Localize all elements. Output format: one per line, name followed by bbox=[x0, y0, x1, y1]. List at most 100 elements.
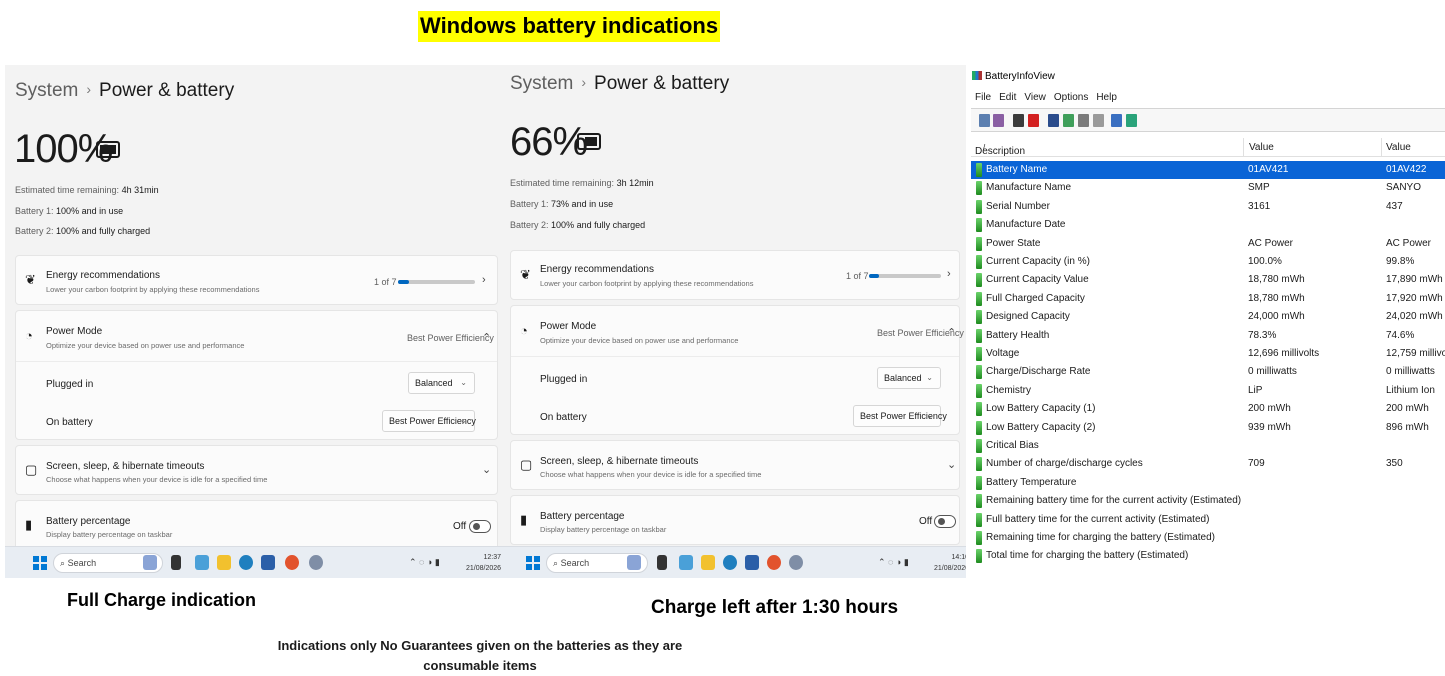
file-explorer-icon[interactable] bbox=[217, 555, 231, 570]
battery-icon bbox=[976, 181, 982, 196]
properties-icon[interactable] bbox=[979, 114, 990, 127]
energy-recommendations-card[interactable]: ❦ Energy recommendations Lower your carb… bbox=[15, 255, 498, 305]
menu-file[interactable]: File bbox=[975, 92, 991, 103]
breadcrumb-separator: › bbox=[581, 74, 587, 90]
table-row[interactable]: Battery Name 01AV421 01AV422 bbox=[971, 161, 1445, 180]
chrome-icon[interactable] bbox=[767, 555, 781, 570]
taskbar-clock[interactable]: 14:10 21/08/2026 bbox=[934, 552, 966, 574]
breadcrumb-system[interactable]: System bbox=[510, 73, 573, 94]
chevron-down-icon[interactable]: ⌄ bbox=[947, 458, 956, 471]
chevron-right-icon[interactable]: › bbox=[947, 268, 951, 280]
table-row[interactable]: Remaining battery time for the current a… bbox=[971, 492, 1445, 510]
speedometer-icon: ◔ bbox=[25, 328, 33, 343]
browser-icon[interactable] bbox=[723, 555, 737, 570]
menu-options[interactable]: Options bbox=[1054, 92, 1088, 103]
battery-percentage-subtitle: Display battery percentage on taskbar bbox=[540, 525, 667, 534]
find-icon[interactable] bbox=[1111, 114, 1122, 127]
clock-date: 21/08/2026 bbox=[934, 565, 966, 572]
report-icon[interactable] bbox=[993, 114, 1004, 127]
column-value-1[interactable]: Value bbox=[1249, 142, 1274, 153]
table-row[interactable]: Battery Temperature bbox=[971, 474, 1445, 492]
windows-start-icon[interactable] bbox=[33, 556, 47, 570]
chevron-right-icon[interactable]: › bbox=[482, 274, 486, 286]
column-value-2[interactable]: Value bbox=[1386, 142, 1411, 153]
battery-icon bbox=[976, 236, 982, 251]
table-row[interactable]: Full battery time for the current activi… bbox=[971, 511, 1445, 529]
table-row[interactable]: Manufacture Date bbox=[971, 216, 1445, 234]
system-tray-icons[interactable]: ⌃ ◌ ◑ ▮ bbox=[409, 557, 440, 568]
row-description: Total time for charging the battery (Est… bbox=[986, 550, 1189, 562]
taskbar: ⌕ Search ⌃ ◌ ◑ ▮ 12:37 21/08/2026 bbox=[5, 546, 505, 578]
column-description-label[interactable]: Description bbox=[975, 146, 1025, 157]
table-row[interactable]: Charge/Discharge Rate 0 milliwatts 0 milli… bbox=[971, 363, 1445, 381]
battery-2-label: Battery 2: bbox=[15, 226, 54, 236]
chevron-up-icon[interactable]: ⌃ bbox=[947, 326, 956, 339]
column-divider[interactable] bbox=[1243, 138, 1244, 157]
browser-icon[interactable] bbox=[239, 555, 253, 570]
table-row[interactable]: Low Battery Capacity (1) 200 mWh 200 mWh bbox=[971, 400, 1445, 418]
table-row[interactable]: Critical Bias bbox=[971, 437, 1445, 455]
store-icon[interactable] bbox=[745, 555, 759, 570]
battery-icon bbox=[976, 347, 982, 361]
system-tray-icons[interactable]: ⌃ ◌ ◑ ▮ bbox=[878, 557, 909, 568]
menu-edit[interactable]: Edit bbox=[999, 92, 1016, 103]
edge-icon[interactable] bbox=[679, 555, 693, 570]
html-report-icon[interactable] bbox=[1093, 114, 1104, 127]
windows-start-icon[interactable] bbox=[526, 556, 540, 570]
menu-help[interactable]: Help bbox=[1096, 92, 1117, 103]
window-icon[interactable] bbox=[1013, 114, 1024, 127]
row-value: 99.8% bbox=[1386, 256, 1415, 267]
table-row[interactable]: Total time for charging the battery (Est… bbox=[971, 547, 1445, 565]
battery-percent-icon: ▮ bbox=[25, 517, 33, 532]
delete-icon[interactable] bbox=[1028, 114, 1039, 127]
column-divider[interactable] bbox=[1381, 138, 1382, 157]
window-title-text: BatteryInfoView bbox=[985, 71, 1055, 82]
energy-progress-bar bbox=[869, 274, 941, 278]
widgets-icon[interactable] bbox=[627, 555, 641, 570]
screen-sleep-card[interactable]: ▢ Screen, sleep, & hibernate timeouts Ch… bbox=[510, 440, 960, 490]
table-row[interactable]: Low Battery Capacity (2) 939 mWh 896 mWh bbox=[971, 419, 1445, 437]
plugged-in-dropdown[interactable]: Balanced ⌄ bbox=[877, 367, 941, 389]
table-row[interactable]: Current Capacity (in %) 100.0% 99.8% bbox=[971, 253, 1445, 271]
table-row[interactable]: Serial Number 3161 437 bbox=[971, 198, 1445, 216]
on-battery-dropdown[interactable]: Best Power Efficiency ⌄ bbox=[853, 405, 947, 427]
table-row[interactable]: Designed Capacity 24,000 mWh 24,020 mWh bbox=[971, 308, 1445, 326]
plugged-in-dropdown[interactable]: Balanced ⌄ bbox=[408, 372, 475, 394]
chrome-icon[interactable] bbox=[285, 555, 299, 570]
breadcrumb-system[interactable]: System bbox=[15, 80, 78, 101]
save-icon[interactable] bbox=[1048, 114, 1059, 127]
copy-icon[interactable] bbox=[1078, 114, 1089, 127]
table-row[interactable]: Manufacture Name SMP SANYO bbox=[971, 179, 1445, 197]
settings-gear-icon[interactable] bbox=[309, 555, 323, 570]
taskbar-clock[interactable]: 12:37 21/08/2026 bbox=[466, 552, 501, 574]
settings-gear-icon[interactable] bbox=[789, 555, 803, 570]
edge-icon[interactable] bbox=[195, 555, 209, 570]
exit-icon[interactable] bbox=[1126, 114, 1137, 127]
table-row[interactable]: Full Charged Capacity 18,780 mWh 17,920 mW… bbox=[971, 290, 1445, 308]
screen-sleep-card[interactable]: ▢ Screen, sleep, & hibernate timeouts Ch… bbox=[15, 445, 498, 495]
table-row[interactable]: Current Capacity Value 18,780 mWh 17,890 m… bbox=[971, 271, 1445, 289]
widgets-icon[interactable] bbox=[143, 555, 157, 570]
battery-percentage-toggle[interactable] bbox=[934, 515, 956, 528]
clock-time: 14:10 bbox=[951, 554, 966, 561]
battery-icon bbox=[976, 218, 982, 233]
chevron-up-icon[interactable]: ⌃ bbox=[482, 331, 491, 344]
taskview-icon[interactable] bbox=[657, 555, 667, 570]
energy-recommendations-card[interactable]: ❦ Energy recommendations Lower your carb… bbox=[510, 250, 960, 300]
table-row[interactable]: Number of charge/discharge cycles 709 350 bbox=[971, 455, 1445, 473]
row-value: 939 mWh bbox=[1248, 421, 1291, 433]
on-battery-dropdown[interactable]: Best Power Efficiency ⌄ bbox=[382, 410, 476, 432]
battery-percentage-toggle[interactable] bbox=[469, 520, 491, 533]
table-row[interactable]: Chemistry LiP Lithium Ion bbox=[971, 382, 1445, 400]
refresh-icon[interactable] bbox=[1063, 114, 1074, 127]
table-row[interactable]: Battery Health 78.3% 74.6% bbox=[971, 327, 1445, 345]
menu-view[interactable]: View bbox=[1024, 92, 1046, 103]
store-icon[interactable] bbox=[261, 555, 275, 570]
file-explorer-icon[interactable] bbox=[701, 555, 715, 570]
table-row[interactable]: Voltage 12,696 millivolts 12,759 millivolt… bbox=[971, 345, 1445, 363]
taskview-icon[interactable] bbox=[171, 555, 181, 570]
chevron-down-icon[interactable]: ⌄ bbox=[482, 463, 491, 476]
screen-icon: ▢ bbox=[25, 462, 38, 477]
table-row[interactable]: Remaining time for charging the battery … bbox=[971, 529, 1445, 547]
table-row[interactable]: Power State AC Power AC Power bbox=[971, 235, 1445, 253]
